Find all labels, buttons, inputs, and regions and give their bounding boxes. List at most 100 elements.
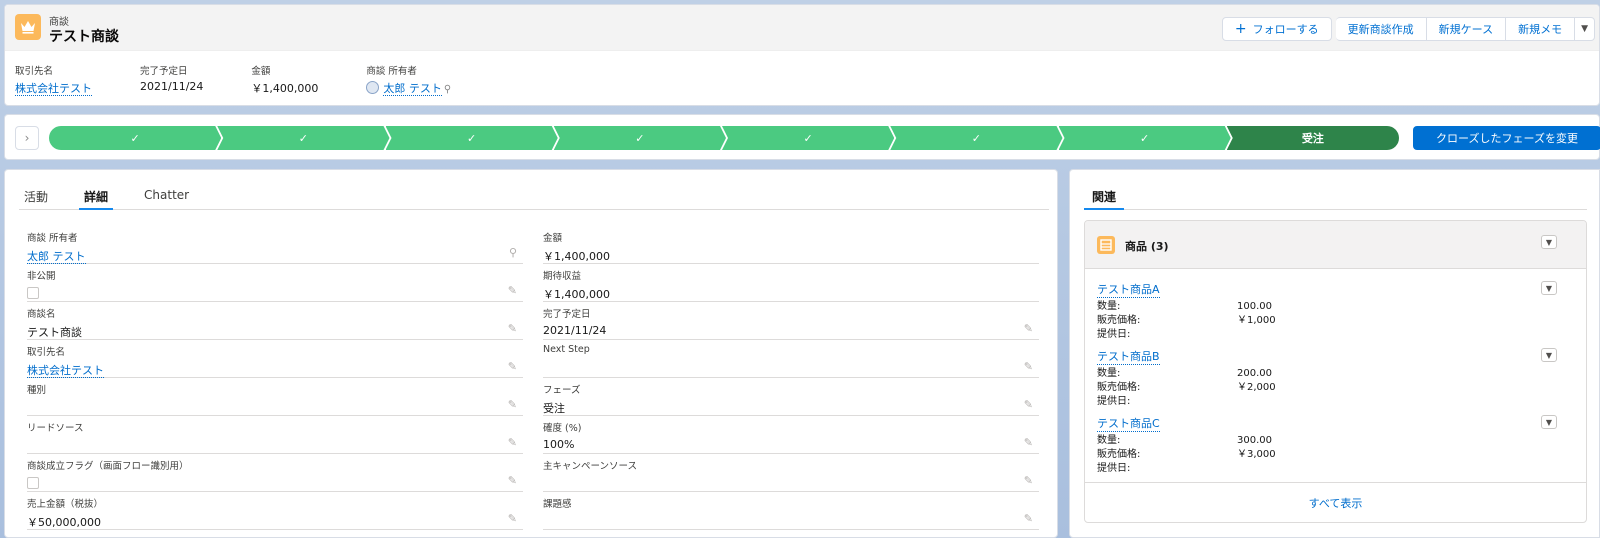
tab-details[interactable]: 詳細 <box>79 184 114 210</box>
field-value: テスト商談 <box>27 326 82 339</box>
path-step-current[interactable]: 受注 <box>1226 126 1399 150</box>
owner-link[interactable]: 太郎 テスト <box>27 250 86 264</box>
path-step[interactable]: ✓ <box>554 126 726 150</box>
price-label: 販売価格: <box>1097 449 1141 460</box>
new-case-button[interactable]: 新規ケース <box>1426 17 1507 41</box>
product-link[interactable]: テスト商品A <box>1097 281 1160 298</box>
field-value <box>543 514 1039 528</box>
list-item: テスト商品A 数量: 100.00 販売価格: ￥1,000 提供日: ▼ <box>1097 281 1577 348</box>
products-title[interactable]: 商品 (3) <box>1125 238 1169 254</box>
chevron-down-icon[interactable]: ▼ <box>1541 235 1557 249</box>
chevron-down-icon[interactable]: ▼ <box>1541 348 1557 362</box>
highlight-account: 取引先名 株式会社テスト <box>15 63 92 96</box>
qty-label: 数量: <box>1097 435 1121 446</box>
view-all-link[interactable]: すべて表示 <box>1085 482 1586 522</box>
product-link[interactable]: テスト商品B <box>1097 348 1160 365</box>
path-step[interactable]: ✓ <box>217 126 389 150</box>
account-link[interactable]: 株式会社テスト <box>15 82 92 96</box>
pencil-icon[interactable]: ✎ <box>508 398 517 411</box>
field-probability: 確度 (%) 100% ✎ <box>543 416 1039 454</box>
pencil-icon[interactable]: ✎ <box>508 474 517 487</box>
details-card: 活動 詳細 Chatter 商談 所有者 太郎 テスト ⚲ 非公開 ✎ 商談名 … <box>4 169 1058 538</box>
date-value <box>1237 328 1317 342</box>
pencil-icon[interactable]: ✎ <box>508 436 517 449</box>
owner-link[interactable]: 太郎 テスト <box>383 82 442 96</box>
field-primary-campaign: 主キャンペーンソース ✎ <box>543 454 1039 492</box>
field-value <box>27 438 523 452</box>
pencil-icon[interactable]: ✎ <box>1024 398 1033 411</box>
pencil-icon[interactable]: ✎ <box>1024 436 1033 449</box>
change-owner-icon[interactable]: ⚲ <box>509 246 517 259</box>
avatar <box>366 81 380 94</box>
change-owner-icon[interactable]: ⚲ <box>444 84 451 95</box>
highlight-label: 完了予定日 <box>140 66 188 77</box>
qty-label: 数量: <box>1097 368 1121 379</box>
field-value <box>27 400 523 414</box>
fields-right-column: 金額 ￥1,400,000 期待収益 ￥1,400,000 完了予定日 2021… <box>543 226 1039 530</box>
field-label: 期待収益 <box>543 271 582 282</box>
date-label: 提供日: <box>1097 329 1131 340</box>
products-related-list: 商品 (3) ▼ テスト商品A 数量: 100.00 販売価格: ￥1,000 提供… <box>1084 220 1587 523</box>
date-label: 提供日: <box>1097 463 1131 474</box>
field-stage: フェーズ 受注 ✎ <box>543 378 1039 416</box>
field-value: ￥1,400,000 <box>543 250 610 263</box>
highlight-owner: 商談 所有者 太郎 テスト ⚲ <box>366 63 451 96</box>
path-step[interactable]: ✓ <box>386 126 558 150</box>
pencil-icon[interactable]: ✎ <box>508 322 517 335</box>
date-label: 提供日: <box>1097 396 1131 407</box>
new-note-button[interactable]: 新規メモ <box>1506 17 1576 41</box>
pencil-icon[interactable]: ✎ <box>1024 360 1033 373</box>
private-checkbox[interactable] <box>27 287 39 299</box>
pencil-icon[interactable]: ✎ <box>1024 322 1033 335</box>
field-label: 課題感 <box>543 499 572 510</box>
fields-left-column: 商談 所有者 太郎 テスト ⚲ 非公開 ✎ 商談名 テスト商談 ✎ 取引先名 株… <box>27 226 523 530</box>
product-icon <box>1097 236 1115 254</box>
pencil-icon[interactable]: ✎ <box>508 360 517 373</box>
won-flag-checkbox[interactable] <box>27 477 39 489</box>
field-label: 金額 <box>543 233 563 244</box>
path-bar: › ✓ ✓ ✓ ✓ ✓ ✓ ✓ 受注 クローズしたフェーズを変更 <box>4 114 1600 160</box>
highlights-panel: 取引先名 株式会社テスト 完了予定日 2021/11/24 金額 ￥1,400,… <box>15 63 499 96</box>
renew-opportunity-button[interactable]: 更新商談作成 <box>1335 17 1427 41</box>
account-link[interactable]: 株式会社テスト <box>27 364 104 378</box>
change-closed-stage-button[interactable]: クローズしたフェーズを変更 <box>1413 126 1600 150</box>
chevron-right-icon[interactable]: › <box>15 126 39 150</box>
follow-button[interactable]: + フォローする <box>1221 17 1332 41</box>
path-step[interactable]: ✓ <box>890 126 1062 150</box>
field-label: 商談 所有者 <box>27 233 78 244</box>
header-actions: + フォローする 更新商談作成 新規ケース 新規メモ ▼ <box>1221 17 1595 41</box>
price-label: 販売価格: <box>1097 382 1141 393</box>
field-lead-source: リードソース ✎ <box>27 416 523 454</box>
field-next-step: Next Step ✎ <box>543 340 1039 378</box>
path-step[interactable]: ✓ <box>722 126 894 150</box>
chevron-down-icon: ▼ <box>1581 24 1588 34</box>
field-owner: 商談 所有者 太郎 テスト ⚲ <box>27 226 523 264</box>
path-step[interactable]: ✓ <box>49 126 221 150</box>
price-value: ￥2,000 <box>1237 382 1276 393</box>
pencil-icon[interactable]: ✎ <box>1024 474 1033 487</box>
field-value: ￥1,400,000 <box>543 288 610 301</box>
date-value <box>1237 462 1317 476</box>
pencil-icon[interactable]: ✎ <box>508 284 517 297</box>
product-link[interactable]: テスト商品C <box>1097 415 1160 432</box>
more-actions-button[interactable]: ▼ <box>1575 17 1595 41</box>
products-header: 商品 (3) ▼ <box>1085 221 1586 269</box>
highlight-value: 2021/11/24 <box>140 80 204 93</box>
tab-activity[interactable]: 活動 <box>19 184 53 210</box>
pencil-icon[interactable]: ✎ <box>1024 512 1033 525</box>
field-private: 非公開 ✎ <box>27 264 523 302</box>
field-won-flag: 商談成立フラグ（画面フロー識別用） ✎ <box>27 454 523 492</box>
related-card: 関連 商品 (3) ▼ テスト商品A 数量: 100.00 販売価格: ￥1,000… <box>1069 169 1600 538</box>
path-steps: ✓ ✓ ✓ ✓ ✓ ✓ ✓ 受注 <box>49 126 1399 150</box>
field-value <box>543 359 1039 373</box>
follow-label: フォローする <box>1252 23 1319 36</box>
tab-related[interactable]: 関連 <box>1084 184 1125 210</box>
field-label: 非公開 <box>27 271 56 282</box>
path-step[interactable]: ✓ <box>1059 126 1231 150</box>
chevron-down-icon[interactable]: ▼ <box>1541 415 1557 429</box>
pencil-icon[interactable]: ✎ <box>508 512 517 525</box>
highlight-amount: 金額 ￥1,400,000 <box>251 63 318 96</box>
chevron-down-icon[interactable]: ▼ <box>1541 281 1557 295</box>
qty-value: 100.00 <box>1237 301 1272 312</box>
tab-chatter[interactable]: Chatter <box>139 184 194 210</box>
